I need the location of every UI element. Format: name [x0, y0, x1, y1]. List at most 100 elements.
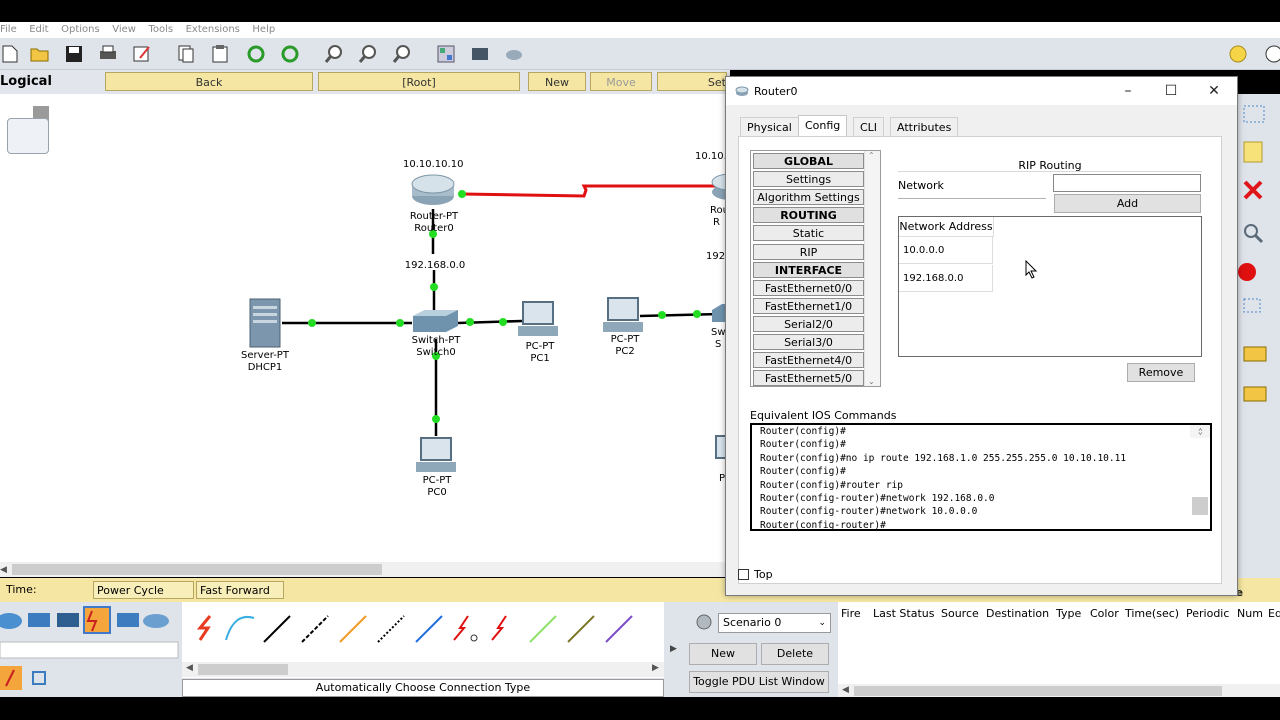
switches-category-icon[interactable]	[28, 613, 50, 627]
pc0-icon[interactable]	[416, 437, 456, 472]
tab-cli[interactable]: CLI	[853, 117, 885, 137]
ios-scrollbar[interactable]: ⌃ ⌄	[1190, 425, 1210, 515]
delete-scenario-button[interactable]: Delete	[761, 643, 829, 665]
remove-network-button[interactable]: Remove	[1127, 363, 1195, 382]
console-cable-icon[interactable]	[225, 616, 255, 641]
network-address-row[interactable]: 192.168.0.0	[899, 265, 993, 292]
scroll-left-arrow-icon[interactable]: ◀	[0, 565, 7, 575]
config-item-rip[interactable]: RIP	[753, 243, 864, 260]
scenario-info-icon[interactable]	[696, 614, 712, 630]
zoom-reset-icon[interactable]	[358, 44, 378, 64]
scroll-thumb[interactable]	[12, 564, 382, 575]
connection-list-scrollbar[interactable]: ◀ ▶	[182, 662, 664, 677]
palette-icon[interactable]	[436, 44, 456, 64]
copper-straight-icon[interactable]	[263, 615, 291, 643]
pdu-col-last-status[interactable]: Last Status	[873, 607, 934, 620]
pdu-col-edit[interactable]: Ed	[1268, 607, 1280, 620]
scroll-down-arrow-icon[interactable]: ⌄	[1194, 425, 1203, 438]
set-tiled-background-button[interactable]: Set	[657, 72, 727, 91]
maximize-icon[interactable]: ☐	[1156, 81, 1186, 101]
logical-view-icon[interactable]	[5, 106, 49, 154]
config-item-fastethernet0-0[interactable]: FastEthernet0/0	[753, 279, 864, 296]
server-dhcp1-icon[interactable]	[249, 298, 281, 348]
print-icon[interactable]	[98, 44, 118, 64]
toggle-pdu-list-button[interactable]: Toggle PDU List Window	[689, 671, 829, 693]
tab-config[interactable]: Config	[798, 115, 848, 137]
copper-cross-icon[interactable]	[301, 615, 329, 643]
add-complex-pdu-icon[interactable]	[1243, 386, 1267, 402]
tab-physical[interactable]: Physical	[740, 117, 799, 137]
dialog-title-bar[interactable]: Router0 – ☐ ✕	[726, 77, 1237, 105]
new-file-icon[interactable]	[0, 44, 20, 64]
add-network-button[interactable]: Add	[1054, 194, 1201, 213]
pdu-col-color[interactable]: Color	[1090, 607, 1119, 620]
multiuser-icon[interactable]	[32, 671, 46, 685]
undo-icon[interactable]	[246, 44, 266, 64]
scroll-right-arrow-icon[interactable]: ▶	[652, 663, 659, 673]
pdu-col-fire[interactable]: Fire	[841, 607, 861, 620]
activity-wizard-icon[interactable]	[132, 44, 152, 64]
connections-category-icon[interactable]	[83, 606, 111, 634]
wireless-category-icon[interactable]	[143, 614, 169, 628]
config-item-serial2-0[interactable]: Serial2/0	[753, 315, 864, 332]
auto-connection-icon[interactable]	[196, 615, 212, 641]
save-icon[interactable]	[64, 44, 84, 64]
new-scenario-button[interactable]: New	[689, 643, 757, 665]
pdu-col-num[interactable]: Num	[1237, 607, 1263, 620]
pdu-col-source[interactable]: Source	[941, 607, 979, 620]
connections-subtype-icon[interactable]	[0, 666, 22, 690]
redo-icon[interactable]	[280, 44, 300, 64]
workspace-horizontal-scrollbar[interactable]: ◀	[0, 562, 730, 577]
top-checkbox[interactable]	[738, 569, 749, 580]
inspect-icon[interactable]	[1244, 224, 1264, 244]
menu-file[interactable]: File	[0, 22, 17, 38]
coaxial-icon[interactable]	[415, 615, 443, 643]
open-folder-icon[interactable]	[30, 44, 50, 64]
serial-dce-icon[interactable]	[453, 615, 478, 642]
paste-icon[interactable]	[210, 44, 230, 64]
menu-options[interactable]: Options	[61, 22, 100, 38]
scroll-thumb[interactable]	[1192, 497, 1208, 515]
tab-attributes[interactable]: Attributes	[890, 117, 959, 137]
pc1-icon[interactable]	[518, 301, 558, 336]
pdu-col-type[interactable]: Type	[1056, 607, 1081, 620]
cloud-icon[interactable]	[504, 44, 524, 64]
note-icon[interactable]	[1243, 141, 1263, 163]
config-item-fastethernet1-0[interactable]: FastEthernet1/0	[753, 297, 864, 314]
scroll-up-arrow-icon[interactable]: ⌃	[868, 151, 875, 160]
config-item-static[interactable]: Static	[753, 225, 864, 242]
zoom-in-icon[interactable]	[324, 44, 344, 64]
serial-dte-icon[interactable]	[491, 615, 507, 641]
power-cycle-button[interactable]: Power Cycle Devices	[93, 581, 194, 615]
switch0-icon[interactable]	[413, 310, 458, 332]
move-object-button[interactable]: Move Object	[590, 72, 652, 108]
copy-icon[interactable]	[176, 44, 196, 64]
fast-forward-button[interactable]: Fast Forward Time	[196, 581, 284, 615]
pdu-col-periodic[interactable]: Periodic	[1186, 607, 1229, 620]
usb-cable-icon[interactable]	[605, 615, 633, 643]
draw-ellipse-icon[interactable]	[1238, 263, 1256, 281]
menu-edit[interactable]: Edit	[29, 22, 48, 38]
menu-help[interactable]: Help	[252, 22, 275, 38]
network-input[interactable]	[1053, 174, 1201, 192]
config-list-scrollbar[interactable]: ⌃ ⌄	[864, 151, 880, 386]
config-item-fastethernet4-0[interactable]: FastEthernet4/0	[753, 352, 864, 369]
hubs-category-icon[interactable]	[57, 613, 79, 627]
help-icon[interactable]	[1264, 44, 1280, 64]
scroll-left-arrow-icon[interactable]: ◀	[842, 685, 849, 695]
close-icon[interactable]: ✕	[1199, 81, 1229, 101]
router0-icon[interactable]	[411, 174, 455, 205]
info-icon[interactable]	[1228, 44, 1248, 64]
custom-device-icon[interactable]	[470, 44, 490, 64]
scenario-select[interactable]: Scenario 0 ⌄	[718, 613, 831, 633]
resize-shape-icon[interactable]	[1243, 298, 1261, 313]
scroll-down-arrow-icon[interactable]: ⌄	[868, 377, 875, 386]
add-simple-pdu-icon[interactable]	[1243, 346, 1267, 362]
menu-extensions[interactable]: Extensions	[186, 22, 240, 38]
iot-custom-cable-icon[interactable]	[567, 615, 595, 643]
menu-view[interactable]: View	[112, 22, 136, 38]
routers-category-icon[interactable]	[0, 613, 22, 629]
pc2-icon[interactable]	[603, 297, 643, 332]
end-devices-category-icon[interactable]	[117, 613, 139, 627]
zoom-out-icon[interactable]	[392, 44, 412, 64]
